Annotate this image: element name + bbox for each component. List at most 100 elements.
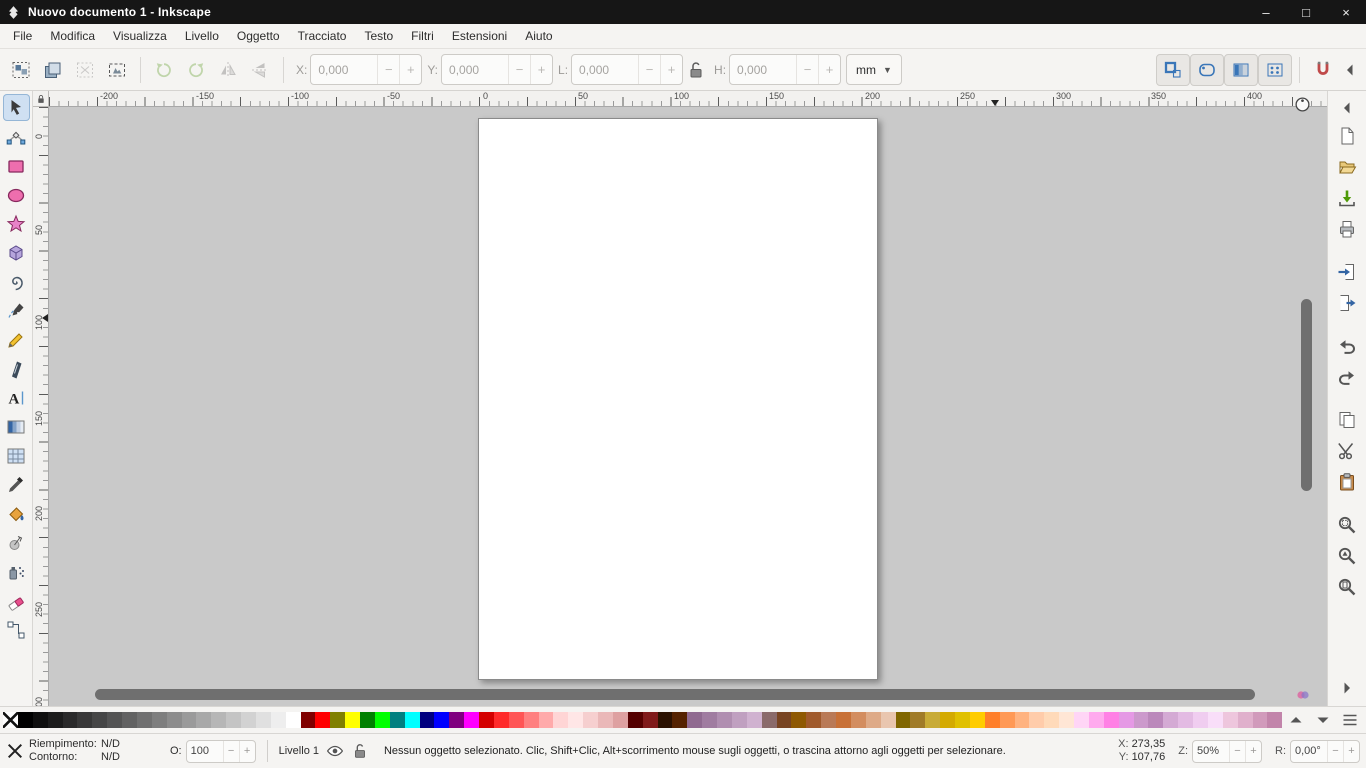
selection-box-button[interactable] (101, 55, 133, 85)
rotation-value[interactable]: 0,00° (1291, 745, 1327, 757)
palette-swatch[interactable] (137, 712, 152, 728)
palette-swatch[interactable] (1267, 712, 1282, 728)
palette-swatch[interactable] (762, 712, 777, 728)
eraser-tool[interactable] (3, 587, 30, 614)
width-plus-stepper[interactable]: + (660, 55, 682, 84)
palette-swatch[interactable] (791, 712, 806, 728)
rotate-ccw-button[interactable] (148, 55, 180, 85)
rotation-field[interactable]: 0,00° − + (1290, 740, 1360, 763)
rotate-cw-button[interactable] (180, 55, 212, 85)
layer-lock-icon[interactable] (351, 742, 369, 760)
unit-dropdown[interactable]: mm ▼ (846, 54, 902, 85)
palette-swatch[interactable] (1044, 712, 1059, 728)
palette-swatch[interactable] (196, 712, 211, 728)
tweak-tool[interactable] (3, 529, 30, 556)
deselect-button[interactable] (69, 55, 101, 85)
canvas[interactable] (49, 107, 1327, 706)
palette-swatch[interactable] (167, 712, 182, 728)
selector-tool[interactable] (3, 94, 30, 121)
palette-swatch[interactable] (925, 712, 940, 728)
close-button[interactable]: × (1326, 0, 1366, 24)
palette-swatch[interactable] (509, 712, 524, 728)
bucket-tool[interactable] (3, 500, 30, 527)
palette-swatch[interactable] (687, 712, 702, 728)
document-save-button[interactable] (1333, 183, 1362, 212)
palette-swatch[interactable] (836, 712, 851, 728)
pen-tool[interactable] (3, 297, 30, 324)
connector-tool[interactable] (3, 616, 30, 643)
lock-ratio-icon[interactable] (683, 55, 709, 85)
move-patterns-toggle[interactable] (1258, 54, 1292, 86)
spiral-tool[interactable] (3, 268, 30, 295)
layer-name[interactable]: Livello 1 (279, 745, 319, 757)
ellipse-tool[interactable] (3, 181, 30, 208)
zoom-field[interactable]: 50% − + (1192, 740, 1262, 763)
select-all-button[interactable] (5, 55, 37, 85)
zoom-selection-button[interactable] (1333, 510, 1362, 539)
text-tool[interactable]: A (3, 384, 30, 411)
x-field[interactable]: 0,000 − + (310, 54, 422, 85)
palette-swatch[interactable] (1253, 712, 1268, 728)
palette-swatch[interactable] (286, 712, 301, 728)
palette-swatch[interactable] (1178, 712, 1193, 728)
guide-lock-icon[interactable] (33, 91, 49, 107)
palette-swatch[interactable] (152, 712, 167, 728)
palette-swatch[interactable] (315, 712, 330, 728)
palette-scroll-down-button[interactable] (1310, 710, 1336, 730)
y-field[interactable]: 0,000 − + (441, 54, 553, 85)
width-field-value[interactable]: 0,000 (572, 63, 638, 77)
zoom-minus-stepper[interactable]: − (1229, 741, 1245, 762)
palette-swatch[interactable] (866, 712, 881, 728)
menu-livello[interactable]: Livello (176, 26, 228, 46)
palette-swatch[interactable] (211, 712, 226, 728)
palette-swatch[interactable] (1119, 712, 1134, 728)
gradient-tool[interactable] (3, 413, 30, 440)
palette-swatch[interactable] (717, 712, 732, 728)
palette-swatch[interactable] (1163, 712, 1178, 728)
palette-swatch[interactable] (494, 712, 509, 728)
palette-swatch[interactable] (1148, 712, 1163, 728)
flip-vertical-button[interactable] (244, 55, 276, 85)
x-field-value[interactable]: 0,000 (311, 63, 377, 77)
height-plus-stepper[interactable]: + (818, 55, 840, 84)
palette-swatch[interactable] (390, 712, 405, 728)
box3d-tool[interactable] (3, 239, 30, 266)
vertical-scrollbar[interactable] (1301, 299, 1312, 491)
star-tool[interactable] (3, 210, 30, 237)
palette-swatch[interactable] (1029, 712, 1044, 728)
document-open-button[interactable] (1333, 152, 1362, 181)
opacity-value[interactable]: 100 (187, 745, 223, 757)
palette-swatch[interactable] (896, 712, 911, 728)
palette-swatch[interactable] (33, 712, 48, 728)
palette-swatch[interactable] (256, 712, 271, 728)
palette-swatch[interactable] (345, 712, 360, 728)
palette-swatch[interactable] (241, 712, 256, 728)
palette-swatch[interactable] (851, 712, 866, 728)
width-minus-stepper[interactable]: − (638, 55, 660, 84)
paste-button[interactable] (1333, 467, 1362, 496)
palette-swatch[interactable] (1000, 712, 1015, 728)
spray-tool[interactable] (3, 558, 30, 585)
palette-swatch-none[interactable] (3, 712, 18, 728)
palette-swatch[interactable] (881, 712, 896, 728)
x-minus-stepper[interactable]: − (377, 55, 399, 84)
scale-stroke-toggle[interactable] (1156, 54, 1190, 86)
menu-oggetto[interactable]: Oggetto (228, 26, 289, 46)
mesh-tool[interactable] (3, 442, 30, 469)
vertical-ruler[interactable]: 050100150200250300 (33, 107, 49, 706)
palette-swatch[interactable] (732, 712, 747, 728)
palette-swatch[interactable] (1193, 712, 1208, 728)
document-new-button[interactable] (1333, 121, 1362, 150)
palette-menu-button[interactable] (1337, 710, 1363, 730)
palette-swatch[interactable] (747, 712, 762, 728)
calligraphy-tool[interactable] (3, 355, 30, 382)
palette-swatch[interactable] (122, 712, 137, 728)
menu-testo[interactable]: Testo (355, 26, 402, 46)
palette-swatch[interactable] (643, 712, 658, 728)
menu-modifica[interactable]: Modifica (41, 26, 104, 46)
palette-swatch[interactable] (449, 712, 464, 728)
palette-swatch[interactable] (375, 712, 390, 728)
palette-swatch[interactable] (1059, 712, 1074, 728)
palette-swatch[interactable] (479, 712, 494, 728)
opacity-plus-stepper[interactable]: + (239, 741, 255, 762)
